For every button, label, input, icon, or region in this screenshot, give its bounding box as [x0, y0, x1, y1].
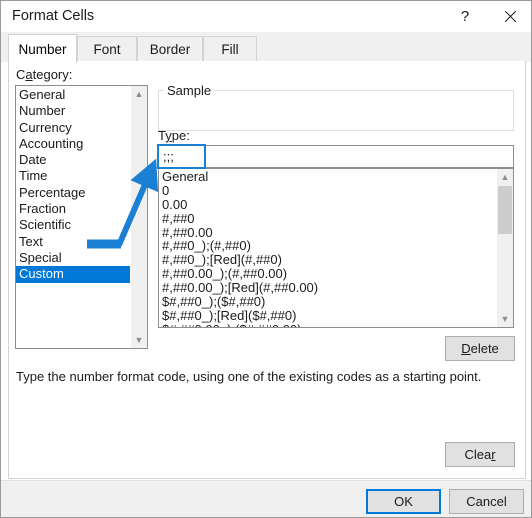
- type-list-items: General 0 0.00 #,##0 #,##0.00 #,##0_);(#,##0)…: [159, 170, 496, 327]
- clear-button-label: Clear: [464, 447, 496, 462]
- hint-text: Type the number format code, using one o…: [16, 369, 482, 384]
- chevron-up-icon[interactable]: ▲: [497, 169, 513, 185]
- category-list-item[interactable]: Date: [16, 152, 130, 168]
- dialog-title: Format Cells: [12, 8, 95, 24]
- type-scrollbar[interactable]: ▲ ▼: [497, 169, 513, 327]
- chevron-up-icon[interactable]: ▲: [131, 86, 147, 102]
- cancel-button-label: Cancel: [466, 494, 507, 509]
- tab-fill-label: Fill: [221, 42, 239, 57]
- type-list-item[interactable]: #,##0.00: [159, 225, 496, 240]
- close-icon: [503, 10, 516, 23]
- format-cells-dialog: Format Cells ? Number Font Border Fill C…: [0, 0, 532, 518]
- category-scrollbar[interactable]: ▲ ▼: [131, 86, 147, 348]
- category-list-items: General Number Currency Accounting Date Time P…: [16, 87, 130, 283]
- category-listbox[interactable]: General Number Currency Accounting Date Time P…: [15, 85, 148, 349]
- ok-button[interactable]: OK: [366, 489, 441, 514]
- category-list-item[interactable]: Accounting: [16, 136, 130, 152]
- type-list-item[interactable]: $#,##0_);[Red]($#,##0): [159, 309, 496, 323]
- type-list-item[interactable]: General: [159, 170, 496, 184]
- category-list-item[interactable]: Custom: [16, 266, 130, 283]
- category-list-item[interactable]: Percentage: [16, 185, 130, 201]
- ok-button-label: OK: [394, 494, 413, 509]
- type-input[interactable]: [158, 145, 514, 168]
- type-list-item[interactable]: #,##0.00_);[Red](#,##0.00): [159, 281, 496, 295]
- tab-number[interactable]: Number: [8, 34, 77, 63]
- tab-border[interactable]: Border: [137, 36, 203, 62]
- type-list-item[interactable]: #,##0_);[Red](#,##0): [159, 253, 496, 267]
- category-list-item[interactable]: Number: [16, 103, 130, 119]
- tab-strip: Number Font Border Fill: [1, 32, 531, 63]
- sample-legend: Sample: [164, 83, 215, 98]
- tab-fill[interactable]: Fill: [203, 36, 257, 62]
- tab-font-label: Font: [93, 42, 121, 57]
- category-list-item[interactable]: Text: [16, 234, 130, 250]
- type-label: Type:: [158, 128, 190, 143]
- delete-button-label: Delete: [461, 341, 499, 356]
- tab-number-label: Number: [18, 41, 67, 57]
- category-label-suffix: tegory:: [32, 67, 73, 82]
- question-mark-icon: ?: [460, 7, 470, 25]
- cancel-button[interactable]: Cancel: [449, 489, 524, 514]
- type-list-item[interactable]: #,##0.00_);(#,##0.00): [159, 267, 496, 281]
- category-list-item[interactable]: Time: [16, 168, 130, 184]
- type-list-item[interactable]: $#,##0.00_);($#,##0.00): [159, 322, 496, 327]
- category-list-item[interactable]: Currency: [16, 120, 130, 136]
- type-label-suffix: pe:: [171, 128, 190, 143]
- close-button[interactable]: [487, 1, 531, 31]
- category-list-item[interactable]: Special: [16, 250, 130, 266]
- delete-button[interactable]: Delete: [445, 336, 515, 361]
- title-bar: Format Cells ?: [1, 1, 531, 33]
- clear-button[interactable]: Clear: [445, 442, 515, 467]
- category-label-accel: a: [25, 67, 33, 82]
- tab-font[interactable]: Font: [77, 36, 137, 62]
- type-list-item[interactable]: #,##0: [159, 211, 496, 226]
- type-scrollbar-thumb[interactable]: [498, 186, 512, 234]
- type-list-item[interactable]: #,##0_);(#,##0): [159, 239, 496, 253]
- category-label-prefix: C: [16, 67, 26, 82]
- type-list-item[interactable]: 0.00: [159, 197, 496, 212]
- help-button[interactable]: ?: [443, 1, 487, 31]
- tab-border-label: Border: [149, 42, 191, 57]
- chevron-down-icon[interactable]: ▼: [131, 332, 147, 348]
- category-list-item[interactable]: Fraction: [16, 201, 130, 217]
- chevron-down-icon[interactable]: ▼: [497, 311, 513, 327]
- category-list-item[interactable]: General: [16, 87, 130, 103]
- type-list-item[interactable]: $#,##0_);($#,##0): [159, 295, 496, 309]
- category-label: Category:: [16, 67, 72, 82]
- type-listbox[interactable]: General 0 0.00 #,##0 #,##0.00 #,##0_);(#,##0)…: [158, 168, 514, 328]
- type-list-item[interactable]: 0: [159, 183, 496, 198]
- category-list-item[interactable]: Scientific: [16, 217, 130, 233]
